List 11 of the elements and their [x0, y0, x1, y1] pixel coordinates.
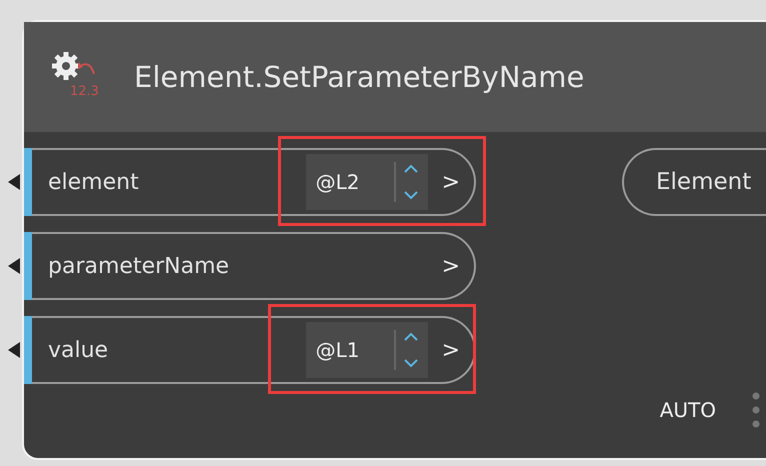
node-title: Element.SetParameterByName [134, 60, 584, 94]
expand-chevron[interactable]: > [442, 338, 460, 362]
expand-chevron[interactable]: > [442, 254, 460, 278]
input-port[interactable]: value @L1 > [32, 316, 476, 384]
input-port[interactable]: element @L2 > [32, 148, 476, 216]
input-port[interactable]: parameterName > [32, 232, 476, 300]
run-mode-label[interactable]: AUTO [660, 398, 716, 422]
output-port[interactable]: Element [622, 148, 766, 216]
level-field[interactable]: @L2 [306, 154, 428, 210]
level-field[interactable]: @L1 [306, 322, 428, 378]
expand-chevron[interactable]: > [442, 170, 460, 194]
